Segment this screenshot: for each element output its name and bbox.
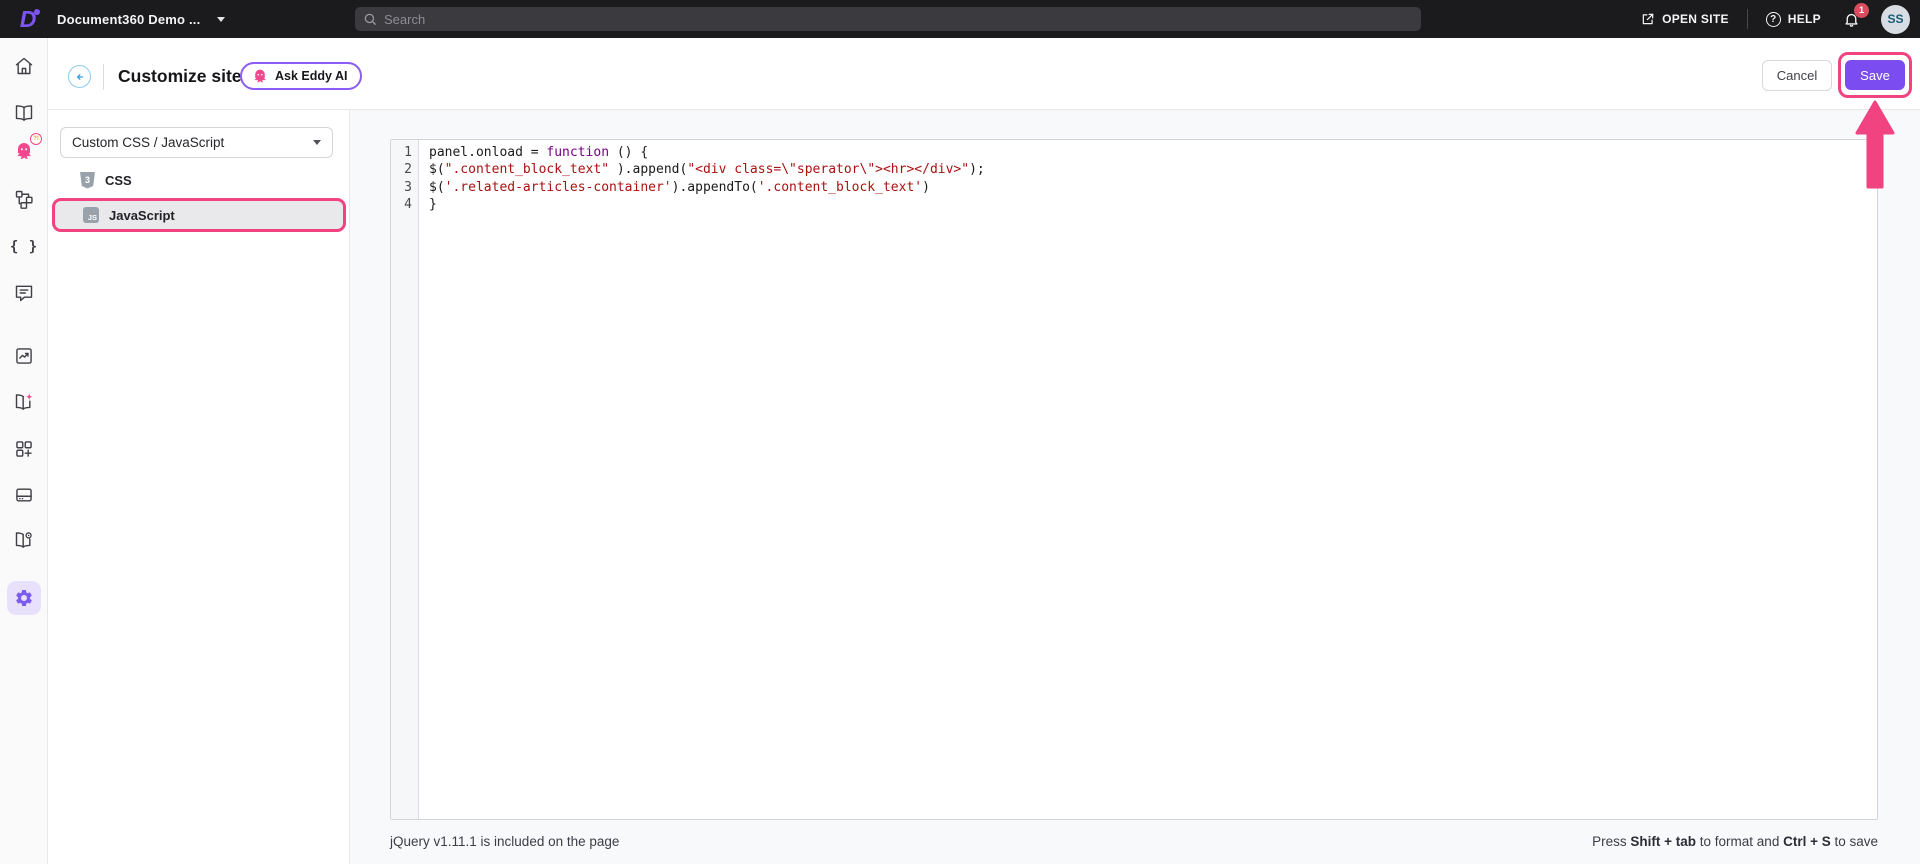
global-search[interactable] <box>355 7 1421 31</box>
left-icon-sidebar: ?! { } <box>0 38 48 864</box>
book-icon <box>15 105 33 121</box>
sidebar-item-eddy-ai[interactable]: ?! <box>0 133 48 163</box>
css-label: CSS <box>105 172 132 188</box>
notification-badge: 1 <box>1854 3 1869 18</box>
jquery-note: jQuery v1.11.1 is included on the page <box>390 834 620 849</box>
divider <box>103 64 104 90</box>
page-header: Customize site Ask Eddy AI <box>48 38 1920 110</box>
code-editor: 1234 panel.onload = function () {$(".con… <box>390 139 1878 820</box>
eddy-ai-badge: ?! <box>30 133 42 145</box>
notifications-button[interactable]: 1 <box>1839 3 1869 31</box>
book-gear-icon <box>15 532 32 548</box>
sidebar-item-widgets[interactable] <box>0 437 48 461</box>
help-icon: ? <box>1765 11 1781 27</box>
chart-icon <box>16 348 32 364</box>
topbar: D Document360 Demo ... OPEN SITE ? HELP … <box>0 0 1920 38</box>
sitemap-icon <box>15 190 33 209</box>
annotation-arrow-up <box>1855 100 1895 189</box>
curly-braces-icon: { } <box>9 239 39 255</box>
sidebar-item-documentation[interactable] <box>0 101 48 125</box>
sidebar-item-drive[interactable] <box>0 483 48 507</box>
save-button[interactable]: Save <box>1845 60 1905 90</box>
topbar-actions: OPEN SITE ? HELP 1 SS <box>1641 0 1910 38</box>
drive-icon <box>16 488 32 502</box>
chevron-down-icon <box>313 140 321 145</box>
sidebar-item-settings[interactable] <box>7 581 41 615</box>
comment-icon <box>15 285 33 302</box>
eddy-ai-octopus-icon <box>254 69 266 83</box>
code-lines[interactable]: panel.onload = function () {$(".content_… <box>419 140 1877 819</box>
save-highlight-annotation: Save <box>1838 52 1912 98</box>
external-link-icon <box>1642 13 1654 25</box>
ask-eddy-ai-button[interactable]: Ask Eddy AI <box>240 62 363 90</box>
open-site-button[interactable]: OPEN SITE <box>1641 12 1729 26</box>
sidebar-item-kb-site[interactable] <box>0 528 48 552</box>
cancel-button[interactable]: Cancel <box>1762 60 1832 91</box>
customization-type-dropdown[interactable]: Custom CSS / JavaScript <box>60 127 333 158</box>
sidebar-item-analytics[interactable] <box>0 344 48 368</box>
project-name: Document360 Demo ... <box>57 11 201 27</box>
help-button[interactable]: ? HELP <box>1765 11 1821 27</box>
customize-sidebar: Custom CSS / JavaScript 3 CSS JS JavaScr… <box>48 110 350 864</box>
document360-logo-icon: D <box>13 4 43 34</box>
line-number-gutter: 1234 <box>391 140 419 819</box>
grid-plus-icon <box>16 441 32 457</box>
gear-icon <box>16 590 32 606</box>
home-icon <box>15 57 33 75</box>
page-title: Customize site <box>118 66 242 86</box>
sidebar-item-knowledge-base-ai[interactable] <box>0 390 48 414</box>
javascript-label: JavaScript <box>109 207 175 223</box>
eddy-ai-octopus-icon <box>17 143 32 159</box>
sidebar-item-home[interactable] <box>0 54 48 78</box>
sidebar-item-javascript[interactable]: JS JavaScript <box>52 198 346 232</box>
book-sparkle-icon <box>15 393 33 410</box>
avatar[interactable]: SS <box>1881 4 1910 34</box>
main-content: 1234 panel.onload = function () {$(".con… <box>350 110 1920 864</box>
dropdown-value: Custom CSS / JavaScript <box>72 135 225 150</box>
search-input[interactable] <box>384 11 1413 27</box>
shortcut-hint: Press Shift + tab to format and Ctrl + S… <box>1592 834 1878 849</box>
sidebar-item-api-docs[interactable]: { } <box>0 235 48 259</box>
js-icon: JS <box>83 207 99 223</box>
divider <box>1746 9 1748 29</box>
sidebar-item-feedback[interactable] <box>0 281 48 305</box>
chevron-down-icon <box>217 16 226 22</box>
search-icon <box>364 13 376 25</box>
back-button[interactable] <box>68 65 91 88</box>
ask-eddy-ai-label: Ask Eddy AI <box>275 69 348 83</box>
arrow-left-icon <box>76 73 83 80</box>
project-selector[interactable]: Document360 Demo ... <box>57 0 226 38</box>
css3-icon: 3 <box>80 171 95 189</box>
sidebar-item-css[interactable]: 3 CSS <box>52 165 346 195</box>
sidebar-item-categories[interactable] <box>0 187 48 211</box>
